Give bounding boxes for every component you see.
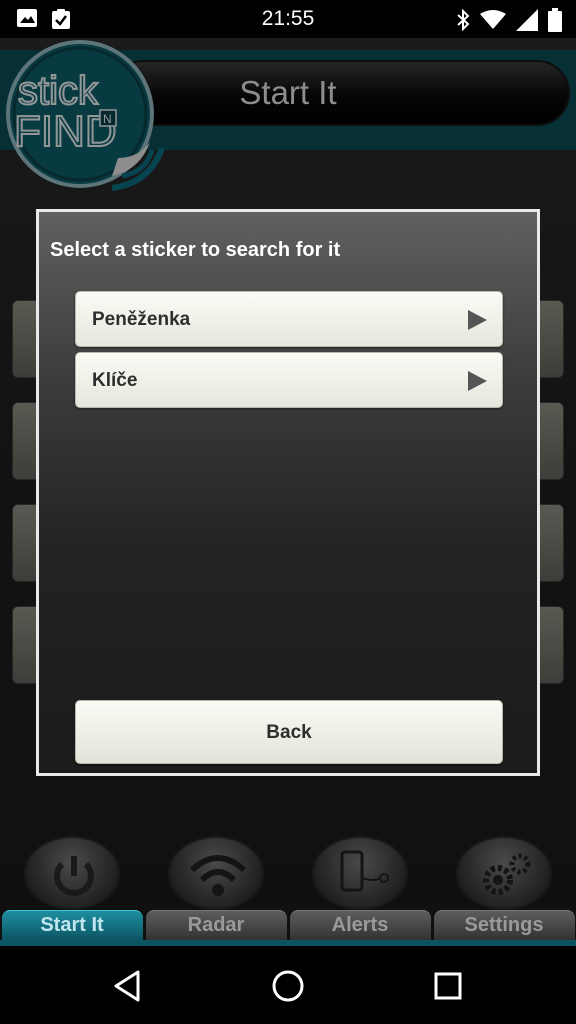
tab-label: Settings — [464, 914, 544, 936]
bluetooth-icon — [456, 8, 470, 35]
gears-icon — [456, 836, 552, 910]
bottom-tab-bar: Start It Radar Alerts Settings — [0, 828, 576, 946]
system-nav-bar — [0, 946, 576, 1024]
recents-square-icon[interactable] — [426, 964, 470, 1008]
phone-alert-icon — [312, 836, 408, 910]
sticker-option-klice[interactable]: Klíče — [75, 352, 503, 408]
tab-settings[interactable]: Settings — [432, 828, 576, 946]
back-button-label: Back — [266, 722, 312, 743]
sticker-option-label: Klíče — [92, 370, 138, 391]
power-icon — [24, 836, 120, 910]
play-arrow-icon — [466, 370, 488, 396]
wifi-icon — [480, 10, 506, 34]
tab-start-it[interactable]: Start It — [0, 828, 144, 946]
sticker-option-label: Peněženka — [92, 309, 191, 330]
tab-radar[interactable]: Radar — [144, 828, 288, 946]
signal-icon — [516, 9, 538, 35]
back-triangle-icon[interactable] — [106, 964, 150, 1008]
tab-alerts[interactable]: Alerts — [288, 828, 432, 946]
dialog-title: Select a sticker to search for it — [50, 239, 341, 261]
battery-icon — [548, 8, 562, 36]
status-bar: 21:55 — [0, 0, 576, 38]
sticker-option-penezenka[interactable]: Peněženka — [75, 291, 503, 347]
play-arrow-icon — [466, 309, 488, 335]
home-circle-icon[interactable] — [266, 964, 310, 1008]
sticker-select-dialog: Select a sticker to search for it Peněže… — [36, 209, 540, 776]
tab-label: Start It — [40, 914, 104, 936]
tab-label: Radar — [187, 914, 245, 936]
wifi-icon — [168, 836, 264, 910]
tab-label: Alerts — [331, 914, 389, 936]
back-button[interactable]: Back — [75, 700, 503, 764]
app-screen: Start It stick FIND N Select a sticker t… — [0, 38, 576, 946]
